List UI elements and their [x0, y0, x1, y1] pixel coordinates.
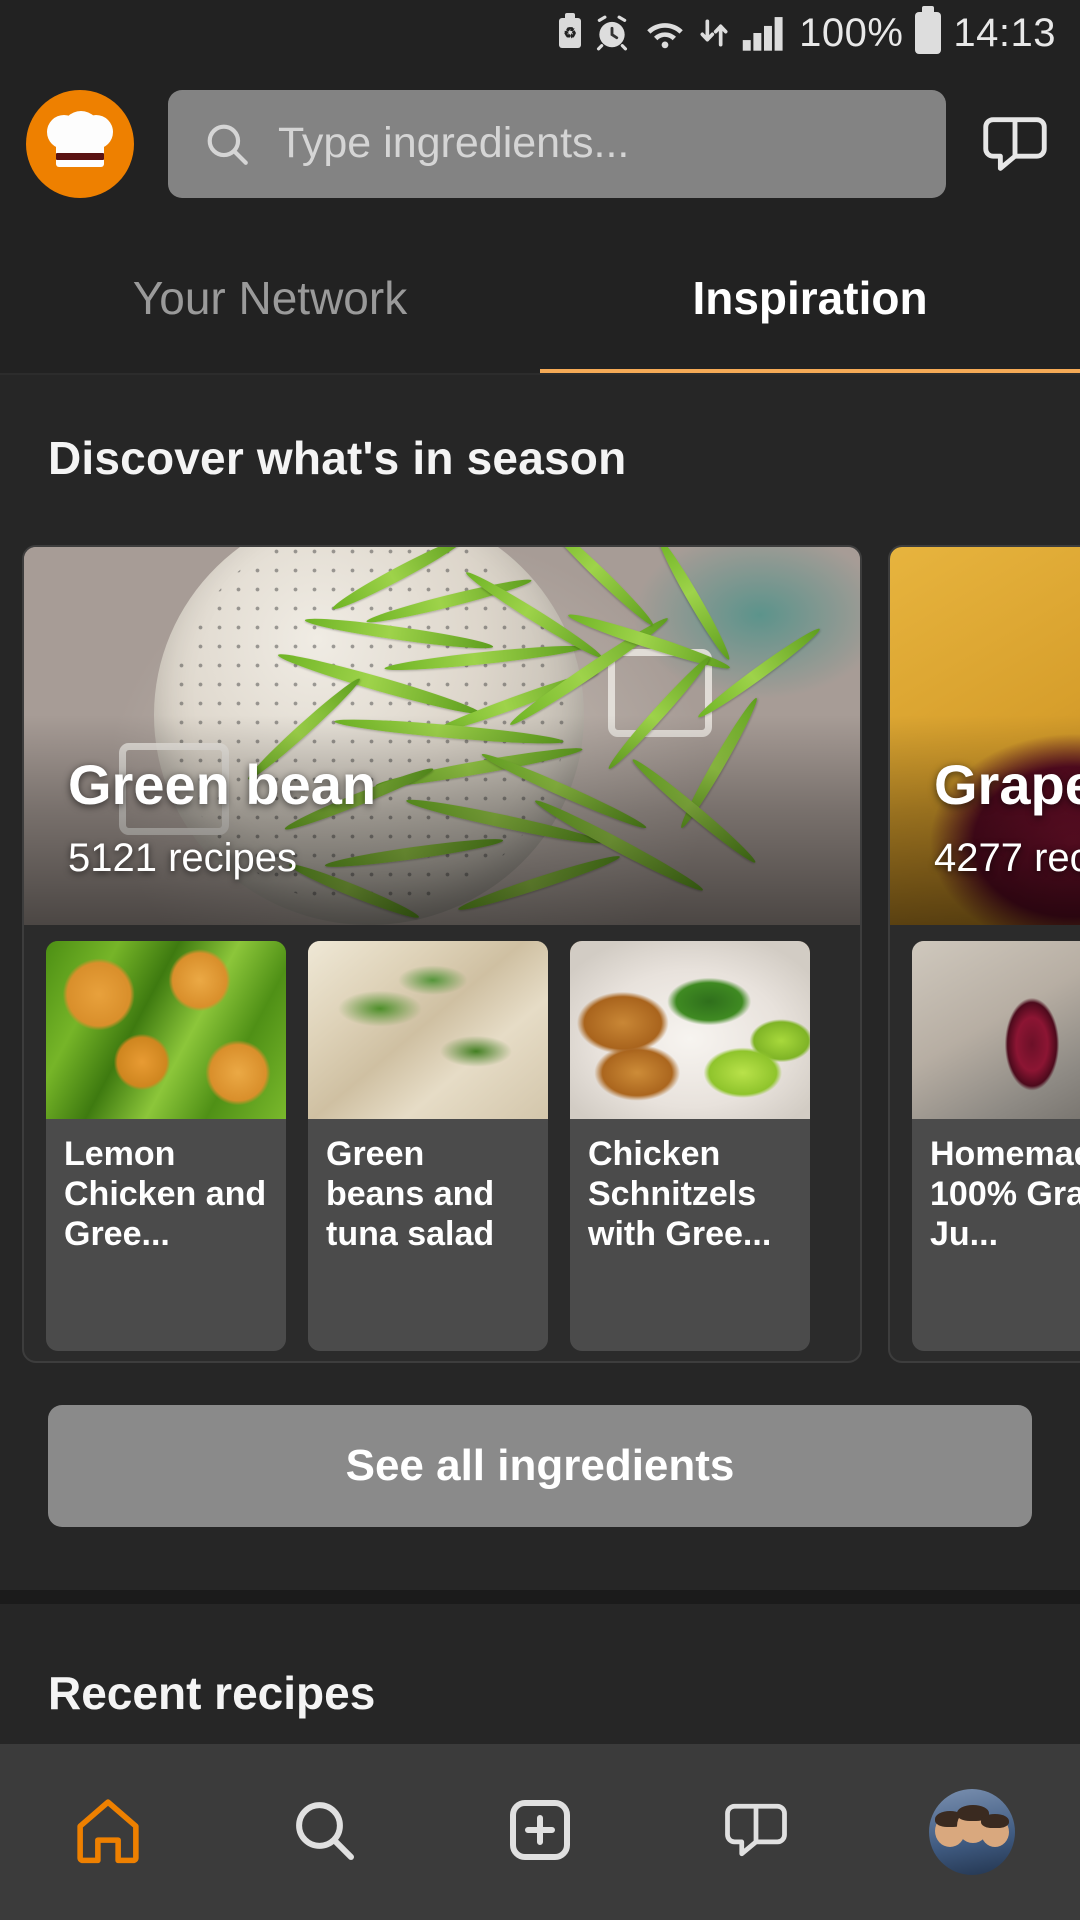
nav-messages[interactable] [648, 1744, 864, 1920]
app-header: Type ingredients... [0, 66, 1080, 221]
chat-bubble-icon [718, 1792, 794, 1873]
recipe-image [308, 941, 548, 1119]
chef-hat-icon [47, 110, 113, 175]
wifi-icon [643, 14, 687, 52]
alarm-clock-icon [593, 14, 631, 52]
search-bar[interactable]: Type ingredients... [168, 89, 946, 198]
recipe-title: Green beans and tuna salad [326, 1135, 495, 1253]
data-transfer-icon [699, 16, 729, 50]
nav-create[interactable] [432, 1744, 648, 1920]
recipe-title: Homemade 100% Grape Ju... [930, 1135, 1080, 1253]
search-input[interactable]: Type ingredients... [278, 119, 629, 168]
tab-label: Inspiration [692, 272, 928, 324]
nav-profile[interactable] [864, 1744, 1080, 1920]
recent-recipes-section: Recent recipes [0, 1604, 1080, 1744]
plus-square-icon [504, 1794, 576, 1871]
recipe-thumb[interactable]: Green beans and tuna salad [308, 941, 548, 1351]
search-icon [202, 119, 252, 169]
ingredient-name: Green bean [68, 753, 377, 816]
section-title-recent: Recent recipes [48, 1667, 376, 1719]
ingredient-recipe-count: 5121 recipes [68, 836, 298, 880]
search-icon [288, 1794, 360, 1871]
recipe-thumb[interactable]: Lemon Chicken and Gree... [46, 941, 286, 1351]
season-card[interactable]: Grape 4277 recipes Homemade 100% Grape J… [888, 545, 1080, 1363]
tab-bar: Your Network Inspiration [0, 221, 1080, 375]
main-content: Discover what's in season Green bean 512… [0, 375, 1080, 1590]
recipe-title: Lemon Chicken and Gree... [64, 1135, 267, 1253]
section-divider [0, 1590, 1080, 1604]
card-hero-image: Grape 4277 recipes [890, 547, 1080, 925]
tab-inspiration[interactable]: Inspiration [540, 221, 1080, 375]
bottom-navigation [0, 1744, 1080, 1920]
recipe-image [570, 941, 810, 1119]
app-root: ♻ 100% 14:13 Type ingredients... Your Ne… [0, 0, 1080, 1920]
recipe-thumb-row: Homemade 100% Grape Ju... [890, 941, 1080, 1351]
battery-percent-label: 100% [799, 11, 904, 55]
chat-bubble-icon[interactable] [976, 105, 1054, 183]
ingredient-recipe-count: 4277 recipes [934, 836, 1080, 880]
avatar [929, 1789, 1015, 1875]
season-card[interactable]: Green bean 5121 recipes Lemon Chicken an… [22, 545, 862, 1363]
see-all-ingredients-button[interactable]: See all ingredients [48, 1405, 1032, 1527]
clock-label: 14:13 [953, 11, 1056, 55]
tab-label: Your Network [132, 272, 408, 324]
recipe-thumb[interactable]: Chicken Schnitzels with Gree... [570, 941, 810, 1351]
section-title-season: Discover what's in season [48, 432, 627, 484]
ingredient-name: Grape [934, 753, 1080, 816]
nav-home[interactable] [0, 1744, 216, 1920]
hero-gradient-overlay [890, 715, 1080, 925]
hero-gradient-overlay [24, 715, 860, 925]
battery-saver-icon: ♻ [559, 13, 582, 48]
tab-your-network[interactable]: Your Network [0, 221, 540, 375]
recipe-title: Chicken Schnitzels with Gree... [588, 1135, 772, 1253]
chef-hat-logo[interactable] [26, 89, 134, 198]
recipe-image [46, 941, 286, 1119]
status-bar: ♻ 100% 14:13 [0, 0, 1080, 66]
home-icon [70, 1792, 146, 1873]
season-carousel[interactable]: Green bean 5121 recipes Lemon Chicken an… [0, 545, 1080, 1365]
card-hero-image: Green bean 5121 recipes [24, 547, 860, 925]
recipe-image [912, 941, 1080, 1119]
battery-icon [915, 6, 942, 54]
see-all-label: See all ingredients [345, 1441, 735, 1490]
recipe-thumb[interactable]: Homemade 100% Grape Ju... [912, 941, 1080, 1351]
nav-search[interactable] [216, 1744, 432, 1920]
recipe-thumb-row: Lemon Chicken and Gree... Green beans an… [24, 941, 860, 1351]
signal-bars-icon [741, 14, 787, 52]
